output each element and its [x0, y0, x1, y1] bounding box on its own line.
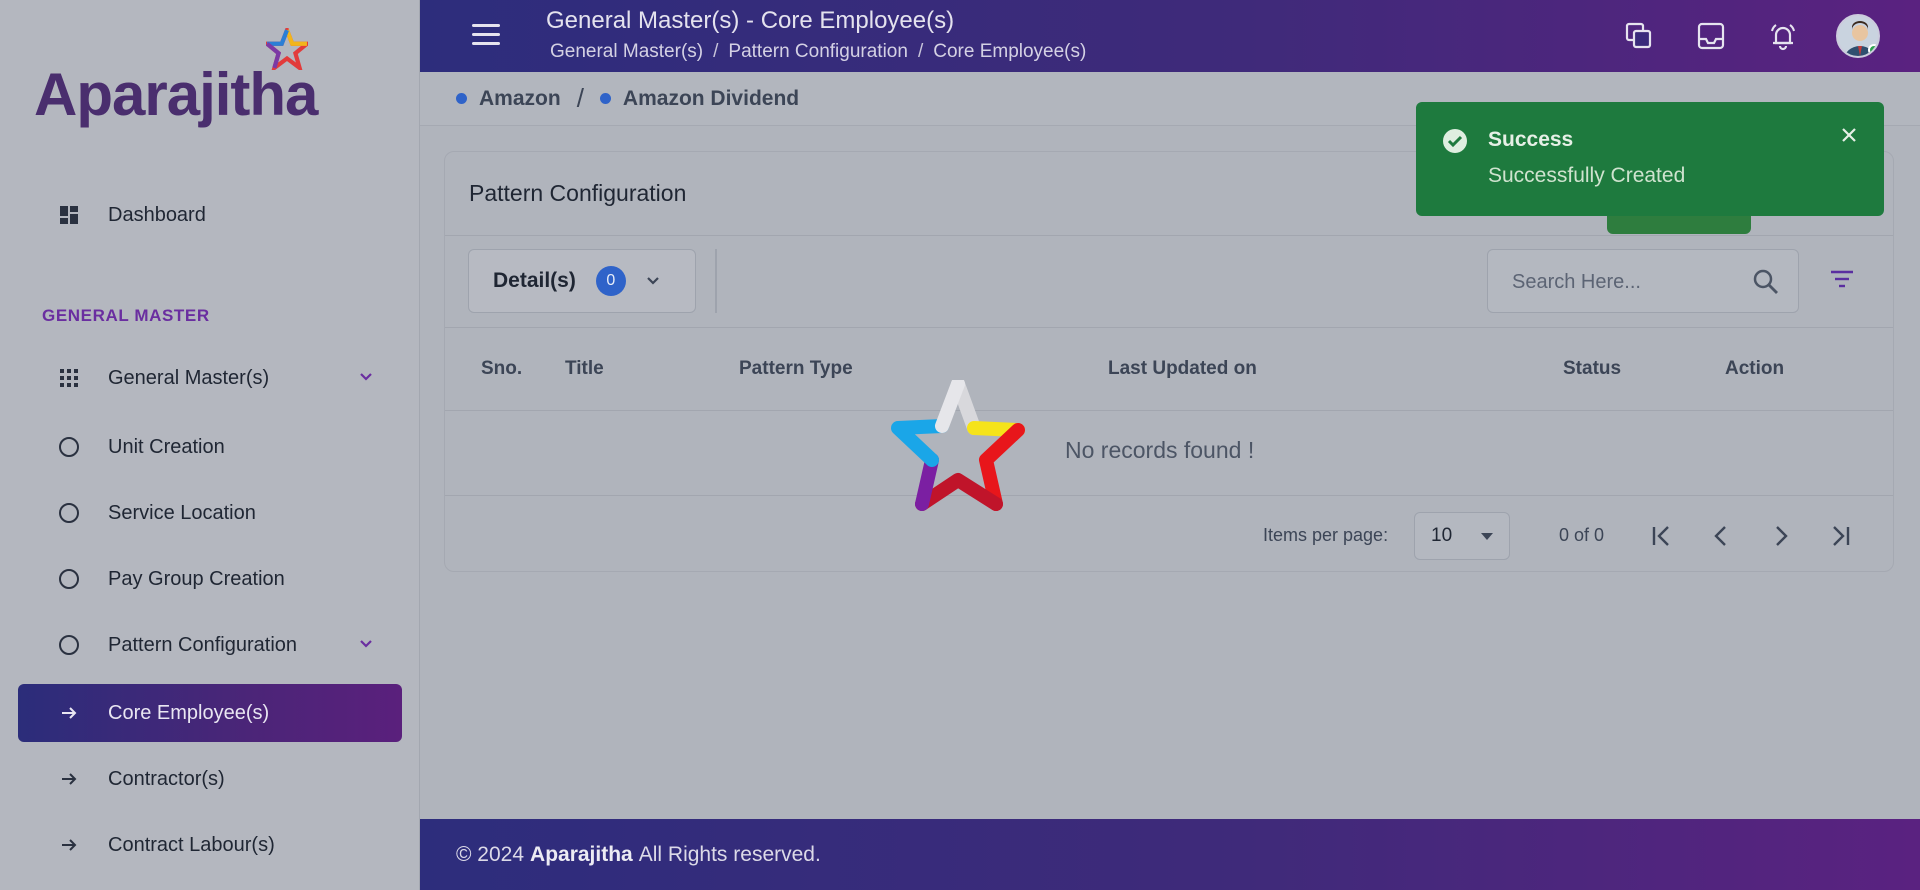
breadcrumb-item: Core Employee(s) — [933, 41, 1087, 62]
loading-spinner-icon — [891, 380, 1025, 511]
dashboard-icon — [58, 204, 80, 226]
circle-icon — [58, 634, 80, 656]
chevron-down-icon — [647, 277, 659, 285]
column-header[interactable]: Status — [1563, 358, 1621, 380]
sidebar-item-label: General Master(s) — [108, 366, 270, 389]
sidebar-item-contractors[interactable]: Contractor(s) — [18, 750, 402, 808]
circle-icon — [58, 568, 80, 590]
search-icon[interactable] — [1752, 268, 1780, 296]
chevron-down-icon — [360, 373, 372, 381]
brand-logo[interactable]: Aparajitha — [34, 28, 334, 128]
details-count-badge: 0 — [595, 266, 626, 296]
breadcrumb: General Master(s) / Pattern Configuratio… — [550, 41, 1086, 63]
footer-brand: Aparajitha — [530, 842, 633, 866]
footer: © 2024 Aparajitha All Rights reserved. — [420, 819, 1920, 890]
sidebar-item-unit-creation[interactable]: Unit Creation — [18, 418, 402, 476]
card-title: Pattern Configuration — [469, 180, 687, 206]
column-header[interactable]: Last Updated on — [1108, 358, 1257, 380]
company-name[interactable]: Amazon — [479, 87, 561, 111]
filter-icon[interactable] — [1829, 268, 1855, 290]
column-header[interactable]: Sno. — [481, 358, 522, 380]
breadcrumb-item[interactable]: General Master(s) — [550, 41, 703, 63]
column-header: Action — [1725, 358, 1785, 379]
division-name[interactable]: Amazon Dividend — [623, 87, 799, 111]
grid-icon — [58, 367, 80, 389]
success-toast: Success Successfully Created — [1416, 102, 1884, 216]
avatar[interactable] — [1836, 14, 1880, 58]
empty-state-text: No records found ! — [1065, 437, 1255, 463]
column-header[interactable]: Pattern Type — [739, 358, 853, 380]
pagination-range: 0 of 0 — [1559, 525, 1605, 545]
sidebar-item-pattern-configuration[interactable]: Pattern Configuration — [18, 616, 402, 674]
first-page-icon[interactable] — [1645, 520, 1677, 552]
close-icon[interactable] — [1840, 126, 1858, 144]
chevron-down-icon — [360, 640, 372, 648]
table-header: Sno. Title Pattern Type Last Updated on … — [445, 327, 1893, 411]
details-label: Detail(s) — [493, 269, 576, 292]
bullet-icon — [599, 93, 611, 104]
breadcrumb-item[interactable]: Pattern Configuration — [728, 41, 908, 63]
sidebar-item-contract-labours[interactable]: Contract Labour(s) — [18, 816, 402, 874]
page-title: General Master(s) - Core Employee(s) — [546, 7, 955, 34]
sidebar-item-core-employees[interactable]: Core Employee(s) — [18, 684, 402, 742]
sidebar-section-title: GENERAL MASTER — [42, 306, 210, 325]
last-page-icon[interactable] — [1825, 520, 1857, 552]
arrow-right-icon — [58, 768, 80, 790]
check-circle-icon — [1443, 129, 1467, 153]
sidebar: Aparajitha Dashboard GENERAL MASTER Gene… — [0, 0, 420, 890]
brand-name: Aparajitha — [34, 61, 318, 128]
toast-title: Success — [1488, 128, 1574, 151]
arrow-right-icon — [58, 702, 80, 724]
items-per-page-select[interactable]: 10 — [1414, 512, 1510, 560]
footer-rights: All Rights reserved. — [638, 842, 821, 866]
top-bar: General Master(s) - Core Employee(s) Gen… — [420, 0, 1920, 72]
sidebar-item-label: Service Location — [108, 501, 256, 524]
circle-icon — [58, 502, 80, 524]
items-per-page-value: 10 — [1431, 525, 1453, 546]
sidebar-item-service-location[interactable]: Service Location — [18, 484, 402, 542]
items-per-page-label: Items per page: — [1263, 525, 1389, 545]
sidebar-item-label: Contract Labour(s) — [108, 833, 275, 856]
breadcrumb-separator: / — [917, 41, 924, 62]
inbox-icon[interactable] — [1692, 17, 1730, 55]
sidebar-item-general-masters[interactable]: General Master(s) — [18, 349, 402, 407]
previous-page-icon[interactable] — [1705, 520, 1737, 552]
toast-message: Successfully Created — [1488, 164, 1686, 187]
sidebar-item-label: Pattern Configuration — [108, 633, 298, 656]
search-box — [1487, 249, 1799, 313]
copy-icon[interactable] — [1620, 17, 1658, 55]
bullet-icon — [456, 93, 467, 104]
search-input[interactable] — [1512, 268, 1732, 296]
context-separator: / — [576, 83, 584, 113]
sidebar-item-label: Contractor(s) — [108, 767, 225, 790]
sidebar-item-dashboard[interactable]: Dashboard — [18, 186, 402, 244]
menu-toggle-icon[interactable] — [472, 24, 500, 46]
sidebar-item-label: Pay Group Creation — [108, 567, 285, 590]
details-dropdown[interactable]: Detail(s) 0 — [468, 249, 696, 313]
footer-copyright: © 2024 — [456, 842, 525, 866]
sidebar-item-label: Core Employee(s) — [108, 701, 270, 724]
arrow-right-icon — [58, 834, 80, 856]
bell-icon[interactable] — [1764, 17, 1802, 55]
sidebar-item-label: Dashboard — [108, 203, 206, 226]
breadcrumb-separator: / — [713, 41, 719, 62]
column-header[interactable]: Title — [565, 358, 604, 380]
sidebar-item-label: Unit Creation — [108, 435, 225, 458]
next-page-icon[interactable] — [1765, 520, 1797, 552]
sidebar-item-pay-group-creation[interactable]: Pay Group Creation — [18, 550, 402, 608]
circle-icon — [58, 436, 80, 458]
